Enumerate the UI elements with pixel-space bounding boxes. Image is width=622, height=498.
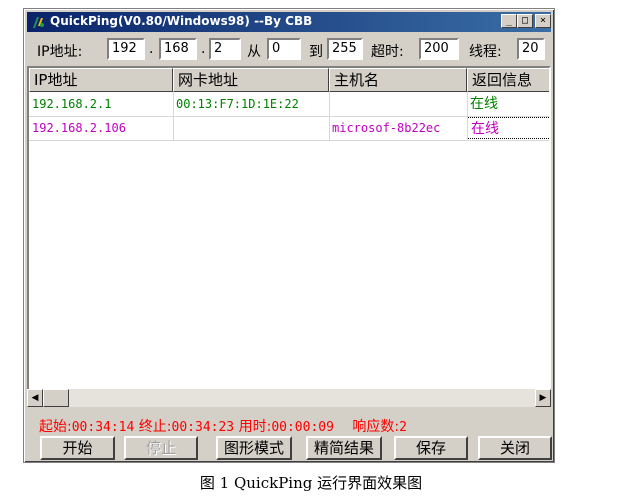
- column-header-host[interactable]: 主机名: [329, 68, 467, 92]
- timeout-input[interactable]: 200: [419, 38, 459, 60]
- ip-range-toolbar: IP地址: 192 . 168 . 2 从 0 到 255 超时: 200 线程…: [27, 37, 551, 63]
- row-1-mac[interactable]: 00:13:F7:1D:1E:22: [173, 93, 329, 115]
- scroll-thumb[interactable]: [43, 389, 69, 407]
- horizontal-scrollbar[interactable]: ◀ ▶: [27, 389, 551, 407]
- maximize-button[interactable]: □: [517, 14, 533, 28]
- save-button[interactable]: 保存: [394, 436, 468, 460]
- minimize-button[interactable]: _: [501, 14, 517, 28]
- title-bar[interactable]: QuickPing(V0.80/Windows98) --By CBB _ □ …: [27, 12, 551, 32]
- app-icon: [33, 17, 44, 28]
- app-window: QuickPing(V0.80/Windows98) --By CBB _ □ …: [23, 8, 555, 463]
- threads-input[interactable]: 20: [517, 38, 545, 60]
- elapsed-label: 用时:: [238, 419, 272, 435]
- threads-label: 线程:: [469, 44, 502, 60]
- stop-button[interactable]: 停止: [124, 436, 198, 460]
- range-from-input[interactable]: 0: [267, 38, 301, 60]
- column-divider: [329, 92, 330, 140]
- column-divider: [467, 92, 468, 140]
- start-button[interactable]: 开始: [40, 436, 115, 460]
- end-time-value: 00:34:23: [171, 420, 235, 435]
- row-1-host[interactable]: [329, 93, 467, 115]
- column-header-mac[interactable]: 网卡地址: [173, 68, 329, 92]
- row-2-host[interactable]: microsof-8b22ec: [329, 117, 467, 139]
- arrow-right-icon: ▶: [539, 393, 547, 403]
- ip-dot-2: .: [201, 41, 206, 57]
- range-to-input[interactable]: 255: [327, 38, 363, 60]
- responses-value: 2: [399, 420, 407, 435]
- arrow-left-icon: ◀: [31, 393, 39, 403]
- from-label: 从: [247, 44, 261, 60]
- row-divider: [29, 140, 549, 141]
- close-icon: ×: [539, 15, 547, 26]
- scroll-left-button[interactable]: ◀: [27, 389, 43, 407]
- row-2-mac[interactable]: [173, 117, 329, 139]
- status-bar: 起始:00:34:14 终止:00:34:23 用时:00:00:09 响应数:…: [39, 416, 407, 435]
- column-divider: [173, 92, 174, 140]
- column-header-ip[interactable]: IP地址: [29, 68, 173, 92]
- row-2-ip[interactable]: 192.168.2.106: [29, 117, 173, 139]
- ip-octet-1-input[interactable]: 192: [107, 38, 145, 60]
- maximize-icon: □: [521, 15, 529, 26]
- graph-mode-button[interactable]: 图形模式: [216, 436, 292, 460]
- minimize-icon: _: [505, 15, 513, 26]
- row-1-ip[interactable]: 192.168.2.1: [29, 93, 173, 115]
- figure-caption: 图 1 QuickPing 运行界面效果图: [199, 474, 423, 492]
- column-header-status[interactable]: 返回信息: [467, 68, 549, 92]
- to-label: 到: [309, 44, 323, 60]
- responses-label: 响应数:: [352, 419, 400, 435]
- scroll-right-button[interactable]: ▶: [535, 389, 551, 407]
- close-button[interactable]: 关闭: [478, 436, 552, 460]
- start-time-value: 00:34:14: [71, 420, 135, 435]
- ip-octet-2-input[interactable]: 168: [159, 38, 197, 60]
- window-title: QuickPing(V0.80/Windows98) --By CBB: [50, 14, 313, 28]
- ip-label: IP地址:: [37, 44, 83, 60]
- close-window-button[interactable]: ×: [535, 14, 551, 28]
- row-2-status[interactable]: 在线: [467, 117, 549, 139]
- ip-octet-3-input[interactable]: 2: [209, 38, 241, 60]
- start-time-label: 起始:: [39, 419, 72, 435]
- end-time-label: 终止:: [138, 419, 172, 435]
- timeout-label: 超时:: [371, 44, 404, 60]
- compact-results-button[interactable]: 精简结果: [306, 436, 382, 460]
- results-list[interactable]: IP地址 网卡地址 主机名 返回信息 192.168.2.1 00:13:F7:…: [27, 66, 551, 407]
- ip-dot-1: .: [149, 41, 154, 57]
- elapsed-value: 00:00:09: [271, 420, 334, 435]
- row-1-status[interactable]: 在线: [467, 93, 549, 115]
